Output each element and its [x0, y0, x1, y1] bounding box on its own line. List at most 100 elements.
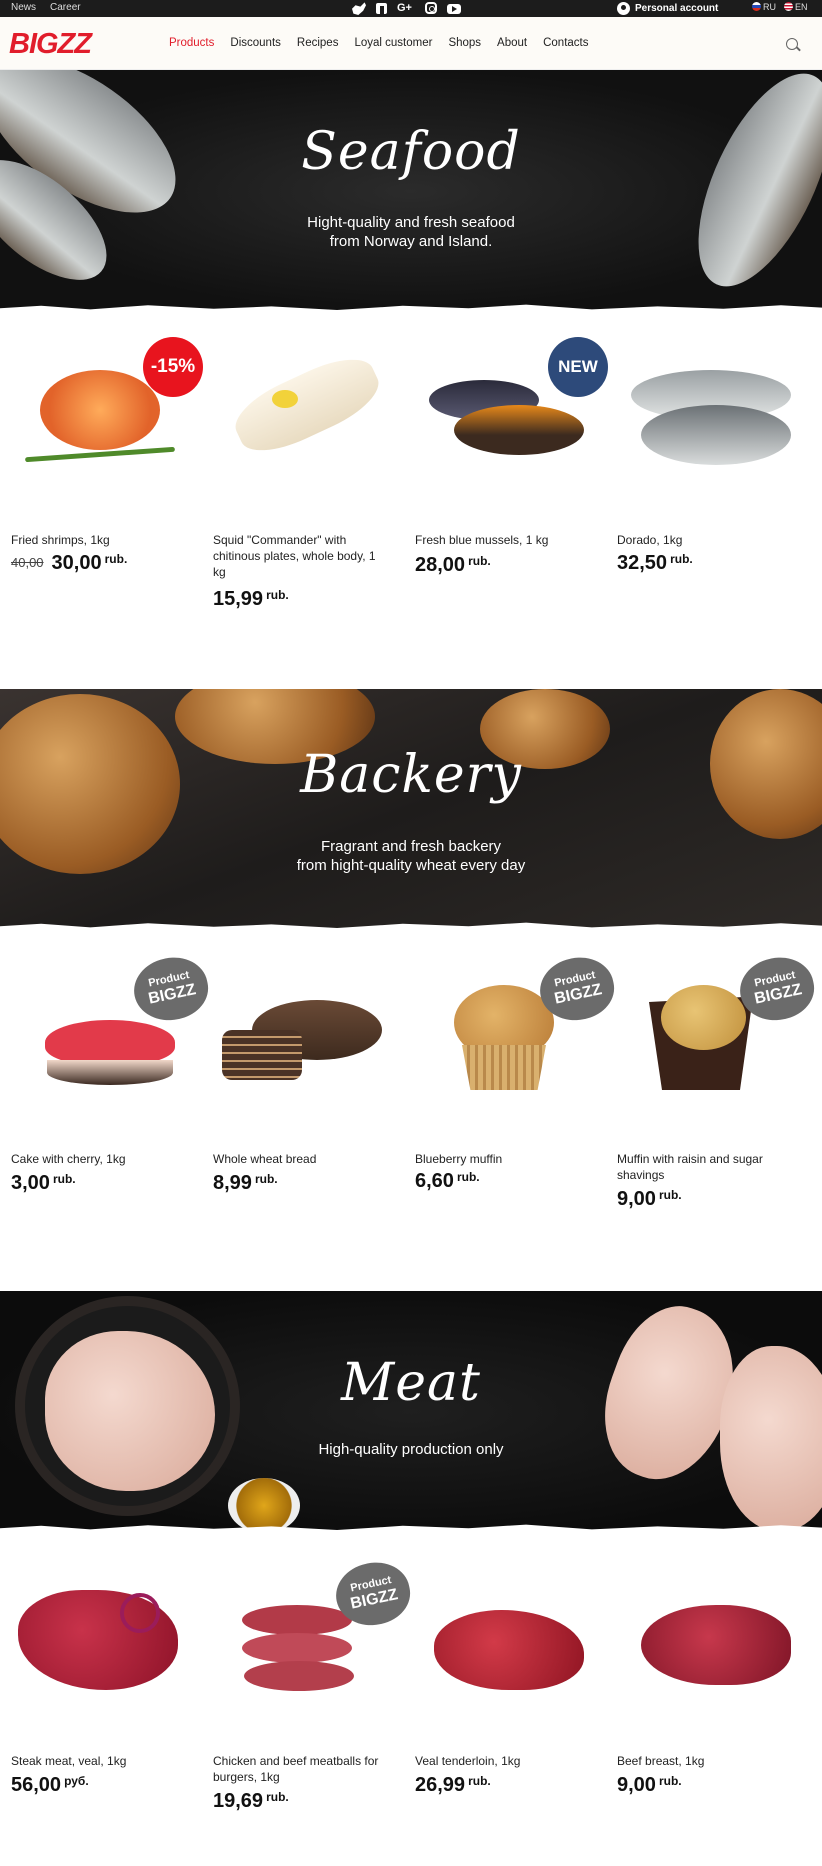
lang-en[interactable]: EN: [784, 2, 808, 12]
product-price: 9,00 rub.: [617, 1774, 682, 1797]
new-badge: NEW: [548, 337, 608, 397]
logo[interactable]: BIGZZ: [9, 28, 92, 61]
search-icon[interactable]: [786, 38, 798, 50]
personal-account-label: Personal account: [635, 3, 719, 14]
product-price: 40,00 30,00 rub.: [11, 552, 127, 575]
price-value: 28,00: [415, 554, 466, 576]
product-image: [0, 1555, 190, 1705]
currency: rub.: [104, 552, 128, 566]
nav-discounts[interactable]: Discounts: [230, 37, 281, 49]
product-price: 26,99 rub.: [415, 1774, 491, 1797]
product-price: 32,50 rub.: [617, 552, 693, 575]
news-link[interactable]: News: [11, 2, 36, 13]
price-value: 32,50: [617, 552, 668, 574]
meat-title: Meat: [341, 1353, 481, 1413]
product-name[interactable]: Blueberry muffin: [415, 1151, 585, 1167]
top-links: News Career: [11, 2, 81, 13]
price-value: 9,00: [617, 1188, 656, 1210]
price-value: 15,99: [213, 588, 264, 610]
nav-loyal-customer[interactable]: Loyal customer: [354, 37, 432, 49]
product-price: 9,00 rub.: [617, 1188, 682, 1211]
currency: rub.: [254, 1172, 278, 1186]
fish-image: [671, 70, 822, 306]
product-name[interactable]: Whole wheat bread: [213, 1151, 383, 1167]
currency: rub.: [658, 1188, 682, 1202]
product-image: [202, 330, 392, 480]
bakery-title: Backery: [300, 745, 522, 805]
product-price: 15,99 rub.: [213, 588, 289, 611]
product-name[interactable]: Veal tenderloin, 1kg: [415, 1753, 585, 1769]
main-header: BIGZZ Products Discounts Recipes Loyal c…: [0, 17, 822, 70]
product-image: [202, 950, 392, 1100]
old-price: 40,00: [11, 555, 44, 570]
bakery-banner: Backery Fragrant and fresh backery from …: [0, 689, 822, 931]
product-name[interactable]: Squid "Commander" with chitinous plates,…: [213, 532, 383, 580]
lang-ru-label: RU: [763, 2, 776, 12]
product-name[interactable]: Steak meat, veal, 1kg: [11, 1753, 181, 1769]
nav-products[interactable]: Products: [169, 37, 214, 49]
price-value: 26,99: [415, 1774, 466, 1796]
seafood-title: Seafood: [301, 122, 521, 182]
price-value: 56,00: [11, 1774, 62, 1796]
nav-recipes[interactable]: Recipes: [297, 37, 339, 49]
product-name[interactable]: Chicken and beef meatballs for burgers, …: [213, 1753, 383, 1785]
product-name[interactable]: Fried shrimps, 1kg: [11, 532, 181, 548]
lang-en-label: EN: [795, 2, 808, 12]
meat-banner: Meat High-quality production only: [0, 1291, 822, 1533]
product-name[interactable]: Dorado, 1kg: [617, 532, 787, 548]
currency: rub.: [456, 1170, 480, 1184]
price-value: 30,00: [51, 552, 102, 574]
uk-flag-icon: [784, 2, 793, 11]
personal-account-link[interactable]: Personal account: [617, 2, 718, 15]
bakery-subtitle: Fragrant and fresh backery from hight-qu…: [296, 838, 526, 874]
price-value: 6,60: [415, 1170, 454, 1192]
meat-subtitle: High-quality production only: [318, 1441, 504, 1458]
currency: rub.: [658, 1774, 682, 1788]
product-price: 3,00 rub.: [11, 1172, 76, 1195]
torn-edge: [0, 1524, 822, 1533]
currency: rub.: [468, 554, 491, 568]
product-price: 8,99 rub.: [213, 1172, 278, 1195]
price-value: 8,99: [213, 1172, 252, 1194]
currency: руб.: [64, 1774, 89, 1788]
currency: rub.: [468, 1774, 491, 1788]
lang-ru[interactable]: RU: [752, 2, 776, 12]
career-link[interactable]: Career: [50, 2, 81, 13]
price-value: 19,69: [213, 1790, 264, 1812]
instagram-icon[interactable]: [425, 2, 437, 14]
seafood-banner: Seafood Hight-quality and fresh seafood …: [0, 70, 822, 313]
user-icon: [617, 2, 630, 15]
google-plus-icon[interactable]: G+: [397, 1, 415, 15]
russia-flag-icon: [752, 2, 761, 11]
discount-badge: -15%: [143, 337, 203, 397]
product-image: [404, 1555, 594, 1705]
seafood-subtitle: Hight-quality and fresh seafood from Nor…: [307, 214, 515, 250]
product-image: [606, 330, 796, 480]
nav-shops[interactable]: Shops: [448, 37, 481, 49]
product-name[interactable]: Cake with cherry, 1kg: [11, 1151, 181, 1167]
nav-about[interactable]: About: [497, 37, 527, 49]
currency: rub.: [670, 552, 693, 566]
main-nav: Products Discounts Recipes Loyal custome…: [169, 37, 589, 49]
product-image: [606, 1555, 796, 1705]
torn-edge: [0, 922, 822, 931]
facebook-icon[interactable]: [376, 3, 387, 14]
nav-contacts[interactable]: Contacts: [543, 37, 588, 49]
product-price: 56,00 руб.: [11, 1774, 89, 1797]
price-value: 3,00: [11, 1172, 50, 1194]
product-name[interactable]: Fresh blue mussels, 1 kg: [415, 532, 585, 548]
currency: rub.: [266, 1790, 289, 1804]
currency: rub.: [266, 588, 289, 602]
social-links: G+: [352, 1, 461, 15]
language-switcher: RU EN: [752, 2, 808, 12]
youtube-icon[interactable]: [447, 4, 461, 14]
product-price: 28,00 rub.: [415, 554, 491, 577]
product-price: 6,60 rub.: [415, 1170, 480, 1193]
price-value: 9,00: [617, 1774, 656, 1796]
twitter-icon[interactable]: [352, 2, 366, 15]
product-name[interactable]: Beef breast, 1kg: [617, 1753, 787, 1769]
product-price: 19,69 rub.: [213, 1790, 289, 1813]
currency: rub.: [52, 1172, 76, 1186]
top-bar: News Career G+ Personal account RU EN: [0, 0, 822, 17]
product-name[interactable]: Muffin with raisin and sugar shavings: [617, 1151, 787, 1183]
